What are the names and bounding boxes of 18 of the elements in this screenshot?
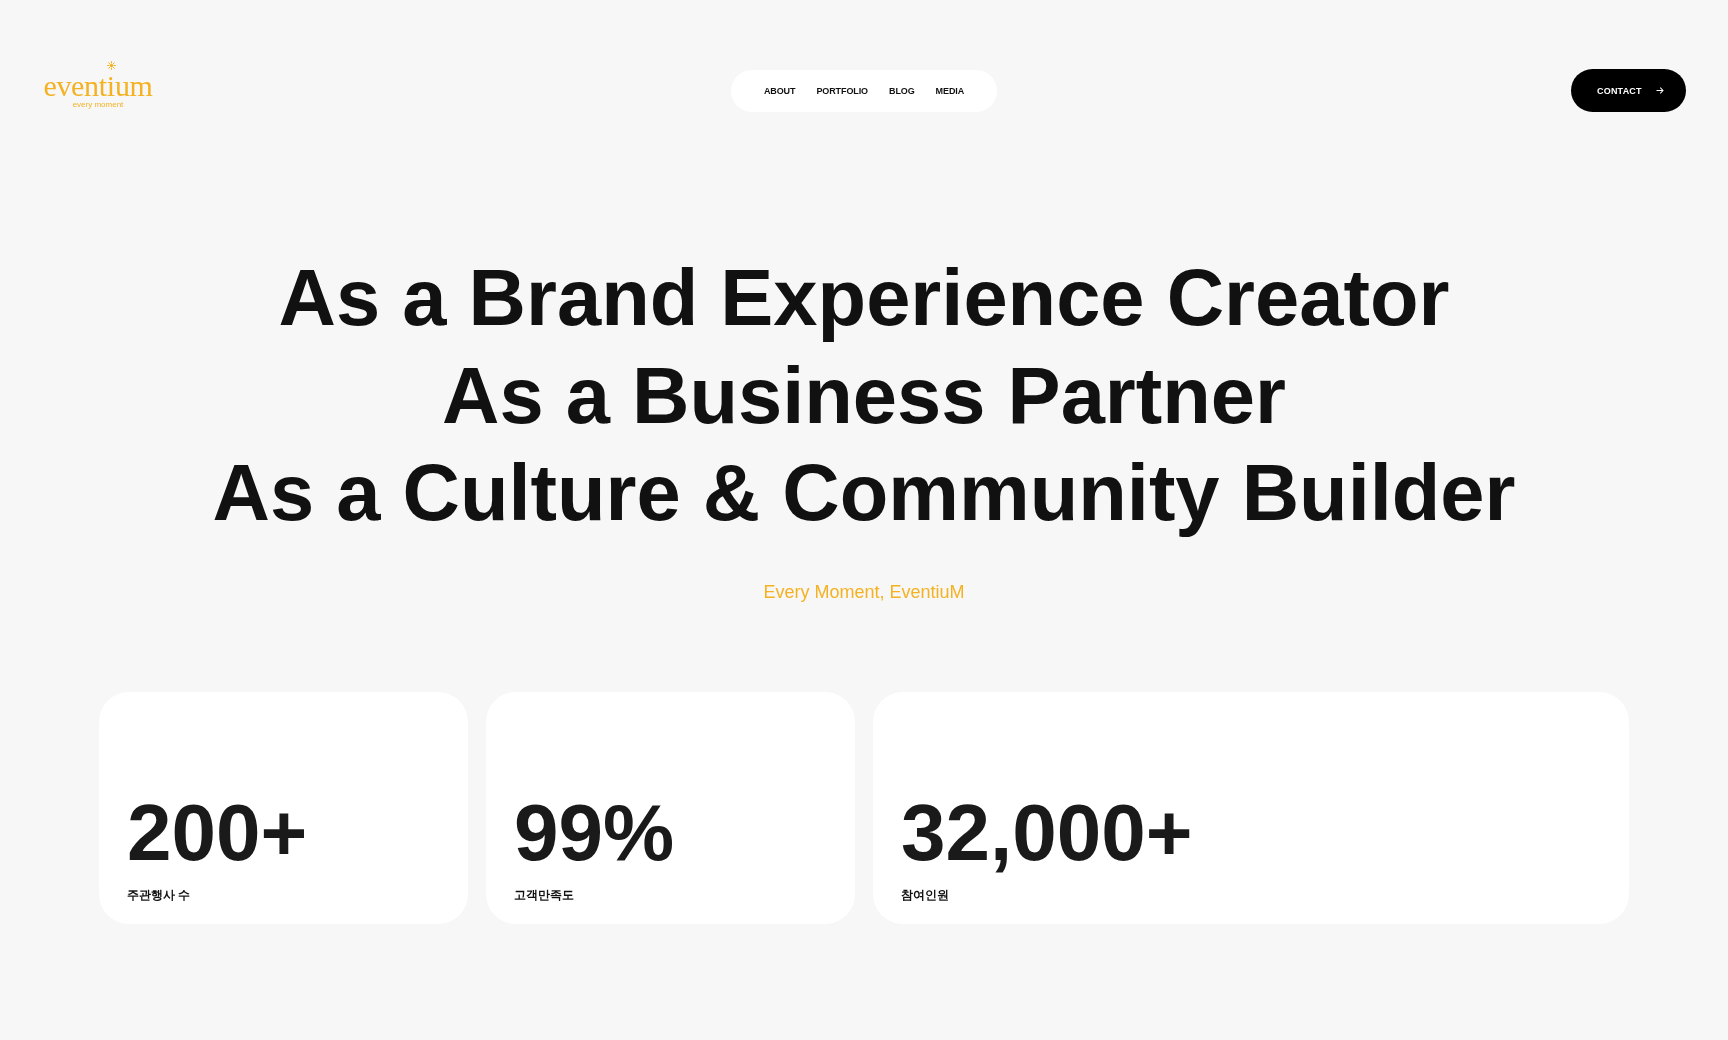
stat-value: 99% xyxy=(514,792,675,873)
contact-button[interactable]: CONTACT xyxy=(1571,69,1686,112)
headline: As a Brand Experience Creator xyxy=(278,252,1450,344)
arrow-icon xyxy=(1655,87,1664,94)
nav-link[interactable]: BLOG xyxy=(889,85,915,96)
nav-link[interactable]: ABOUT xyxy=(763,85,796,96)
stat-label: 주관행사 수 xyxy=(127,886,191,903)
sun-icon xyxy=(107,60,116,70)
logo-tagline: every moment xyxy=(72,99,124,109)
nav-link[interactable]: PORTFOLIO xyxy=(816,85,868,96)
stat-label: 참여인원 xyxy=(901,886,949,903)
headline: As a Culture & Community Builder xyxy=(212,447,1516,539)
stat-label: 고객만족도 xyxy=(514,886,574,903)
hero-tagline: Every Moment, EventiuM xyxy=(763,580,965,603)
stat-value: 200+ xyxy=(127,792,308,873)
nav-link[interactable]: MEDIA xyxy=(935,85,965,96)
stat-value: 32,000+ xyxy=(901,792,1193,873)
headline: As a Business Partner xyxy=(442,349,1286,442)
